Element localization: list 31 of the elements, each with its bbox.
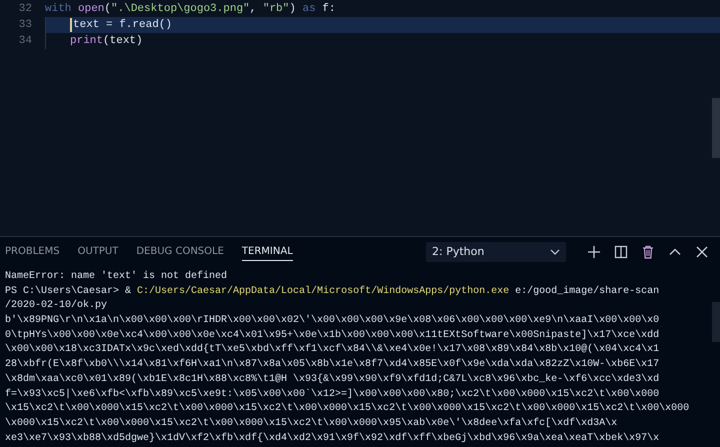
split-terminal-icon[interactable] bbox=[614, 244, 628, 258]
terminal-line: f=\x93\xc5|\xe6\xfb<\xfb\x89\xc5\xe9t:\x05\x00\x00`\x12>=]\x00\x00\x00\x80;\xc2\t\x00\x000\x15\xc2\t\x00\x000 bbox=[5, 388, 660, 400]
terminal-line: \x8dm\xaa\xc0\x01\x89(\xb1E\x8c1H\x88\xc8%\t1@H \x93{&\x99\x90\xf9\xfd1d;C&7L\xc8\x96\xbc_ke-\xf6\xcc\xde3\xd bbox=[5, 374, 660, 385]
panel-tab[interactable]: DEBUG CONSOLE bbox=[136, 242, 224, 261]
code-line: text = f.read() bbox=[73, 19, 172, 31]
terminal-line: PS C:\Users\Caesar> & C:/Users/Caesar/AppData/Local/Microsoft/WindowsApps/python.exe e:/good_image/share-scan bbox=[5, 286, 660, 297]
panel-tab[interactable]: OUTPUT bbox=[78, 242, 118, 261]
terminal-line: \x00\x00\x18\xc3IDATx\x9c\xed\xdd{tT\xe5\xbd\xff\xf1\xcf\x84\\&\xe4\x0e!\x17\x08\x89\x84\x8b\x10@(\x04\xc4\x1 bbox=[5, 344, 660, 356]
text-cursor bbox=[70, 18, 72, 32]
code-line: with open(".\Desktop\gogo3.png", "rb") as f: bbox=[45, 3, 336, 15]
terminal-line: b'\x89PNG\r\n\x1a\n\x00\x00\x00\rIHDR\x00\x00\x02\'\x00\x00\x00\x9e\x08\x06\x00\x00\x00\xe9\n\xaaI\x00\x00\x0 bbox=[5, 315, 660, 326]
terminal-line: NameError: name 'text' is not defined bbox=[5, 271, 228, 282]
terminal-line: 0\tpHYs\x00\x00\x0e\xc4\x00\x00\x0e\xc4\x01\x95+\x0e\x1b\x00\x00\x00\x11tEXtSoftware\x00Snipaste]\x17\xce\xdd bbox=[5, 330, 660, 341]
line-number: 34 bbox=[18, 35, 32, 47]
new-terminal-icon[interactable] bbox=[586, 244, 600, 258]
scrollbar[interactable] bbox=[712, 98, 720, 158]
terminal-line: \x000\x15\xc2\t\x00\x000\x15\xc2\t\x00\x000\x15\xc2\t\x00\x000\x95\xab\x0e\'\x8dee\xfa\xfc[\xdf\xd3A\x bbox=[5, 418, 618, 429]
terminal-line: \x15\xc2\t\x00\x000\x15\xc2\t\x00\x000\x15\xc2\t\x00\x000\x15\xc2\t\x00\x000\x15\xc2\t\x00\x000\x15\xc2\t\x00\x000 bbox=[5, 403, 690, 414]
close-icon[interactable] bbox=[694, 244, 708, 258]
code-line: print(text) bbox=[70, 35, 143, 47]
panel-tab[interactable]: PROBLEMS bbox=[5, 242, 60, 261]
trash-icon[interactable] bbox=[640, 244, 654, 258]
terminal-line: /2020-02-10/ok.py bbox=[5, 300, 108, 312]
line-number: 32 bbox=[18, 3, 32, 15]
panel-tab[interactable]: TERMINAL bbox=[242, 242, 293, 261]
chevron-down-icon bbox=[550, 248, 560, 254]
scrollbar[interactable] bbox=[712, 302, 720, 342]
line-number: 33 bbox=[18, 19, 32, 31]
terminal-line: 28\xbfr(E\x8f\xb0\\\x14\x81\xf6H\xa1\n\x87\x8a\x05\x8b\x1e\x8f7\xd4\x85E\x0f\x9e\xda\xda\x82zZ\x10W-\xb6E\x17 bbox=[5, 359, 660, 370]
terminal-line: xe3\xe7\x93\xb88\xd5dgwe}\x1dV\xf2\xfb\xdf{\xd4\xd2\x91\x9f\x92\xdf\xff\xbeGj\xbd\x96\x9a\xea\xeaT\xbek\x97\x bbox=[5, 432, 660, 444]
terminal-dropdown[interactable]: 2: Python bbox=[426, 242, 566, 262]
